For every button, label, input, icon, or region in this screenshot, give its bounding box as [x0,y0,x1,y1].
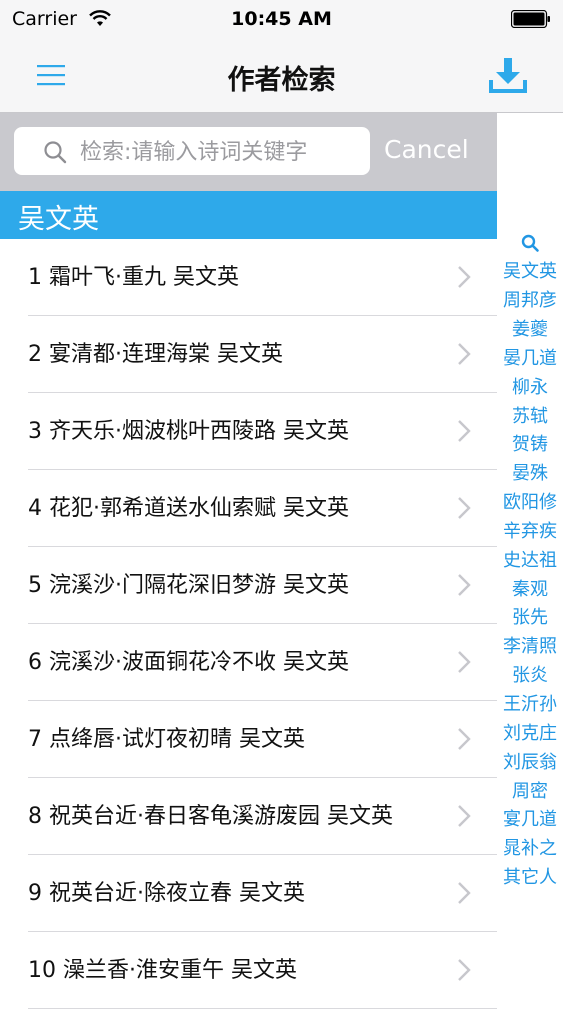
row-title: 9 祝英台近·除夜立春 吴文英 [28,880,305,906]
index-item[interactable]: 宴几道 [497,806,563,834]
chevron-right-icon [458,343,471,365]
index-item[interactable]: 欧阳修 [497,489,563,517]
page-title: 作者检索 [227,65,336,96]
table-row[interactable]: 5 浣溪沙·门隔花深旧梦游 吴文英 [0,547,497,624]
search-icon [44,141,67,164]
index-item[interactable]: 苏轼 [497,403,563,431]
index-item[interactable]: 史达祖 [497,547,563,575]
index-item[interactable]: 秦观 [497,576,563,604]
chevron-right-icon [458,728,471,750]
row-title: 2 宴清都·连理海棠 吴文英 [28,341,283,367]
table-row[interactable]: 4 花犯·郭希道送水仙索赋 吴文英 [0,470,497,547]
index-item[interactable]: 其它人 [497,864,563,892]
battery-icon [511,10,550,28]
row-title: 4 花犯·郭希道送水仙索赋 吴文英 [28,495,349,521]
index-item[interactable]: 柳永 [497,374,563,402]
chevron-right-icon [458,805,471,827]
search-bar: Cancel [0,113,497,191]
section-header-title: 吴文英 [18,204,99,235]
row-title: 10 澡兰香·淮安重午 吴文英 [28,957,297,983]
chevron-right-icon [458,651,471,673]
index-item[interactable]: 王沂孙 [497,691,563,719]
poem-list: 1 霜叶飞·重九 吴文英 2 宴清都·连理海棠 吴文英 3 齐天乐·烟波桃叶西陵… [0,239,497,1009]
table-row[interactable]: 10 澡兰香·淮安重午 吴文英 [0,932,497,1009]
section-index-bar: 吴文英 周邦彦 姜夔 晏几道 柳永 苏轼 贺铸 晏殊 欧阳修 辛弃疾 史达祖 秦… [497,113,563,1000]
search-field[interactable] [14,127,370,175]
chevron-right-icon [458,882,471,904]
status-bar: Carrier 10:45 AM [0,0,563,40]
row-title: 5 浣溪沙·门隔花深旧梦游 吴文英 [28,572,349,598]
index-item[interactable]: 晏殊 [497,460,563,488]
clock: 10:45 AM [231,8,332,30]
chevron-right-icon [458,959,471,981]
table-row[interactable]: 3 齐天乐·烟波桃叶西陵路 吴文英 [0,393,497,470]
chevron-right-icon [458,574,471,596]
index-item[interactable]: 姜夔 [497,316,563,344]
download-icon[interactable] [487,54,529,96]
table-row[interactable]: 1 霜叶飞·重九 吴文英 [0,239,497,316]
index-item[interactable]: 刘辰翁 [497,749,563,777]
chevron-right-icon [458,420,471,442]
table-row[interactable]: 9 祝英台近·除夜立春 吴文英 [0,855,497,932]
table-row[interactable]: 2 宴清都·连理海棠 吴文英 [0,316,497,393]
search-input[interactable] [78,133,366,171]
index-item[interactable]: 吴文英 [497,258,563,286]
row-title: 6 浣溪沙·波面铜花冷不收 吴文英 [28,649,349,675]
index-item[interactable]: 张先 [497,604,563,632]
index-item[interactable]: 晏几道 [497,345,563,373]
table-row[interactable]: 6 浣溪沙·波面铜花冷不收 吴文英 [0,624,497,701]
index-item[interactable]: 周密 [497,778,563,806]
index-search-icon[interactable] [520,233,540,253]
index-item[interactable]: 周邦彦 [497,287,563,315]
index-item[interactable]: 贺铸 [497,431,563,459]
index-item[interactable]: 辛弃疾 [497,518,563,546]
row-title: 1 霜叶飞·重九 吴文英 [28,264,239,290]
chevron-right-icon [458,266,471,288]
table-row[interactable]: 7 点绛唇·试灯夜初晴 吴文英 [0,701,497,778]
section-header: 吴文英 [0,191,497,239]
index-item[interactable]: 李清照 [497,633,563,661]
row-title: 3 齐天乐·烟波桃叶西陵路 吴文英 [28,418,349,444]
chevron-right-icon [458,497,471,519]
table-row[interactable]: 8 祝英台近·春日客龟溪游废园 吴文英 [0,778,497,855]
row-title: 8 祝英台近·春日客龟溪游废园 吴文英 [28,803,393,829]
navigation-bar: 作者检索 [0,40,563,113]
cancel-button[interactable]: Cancel [384,135,469,164]
index-item[interactable]: 晁补之 [497,835,563,863]
index-item[interactable]: 张炎 [497,662,563,690]
row-title: 7 点绛唇·试灯夜初晴 吴文英 [28,726,305,752]
index-item[interactable]: 刘克庄 [497,720,563,748]
